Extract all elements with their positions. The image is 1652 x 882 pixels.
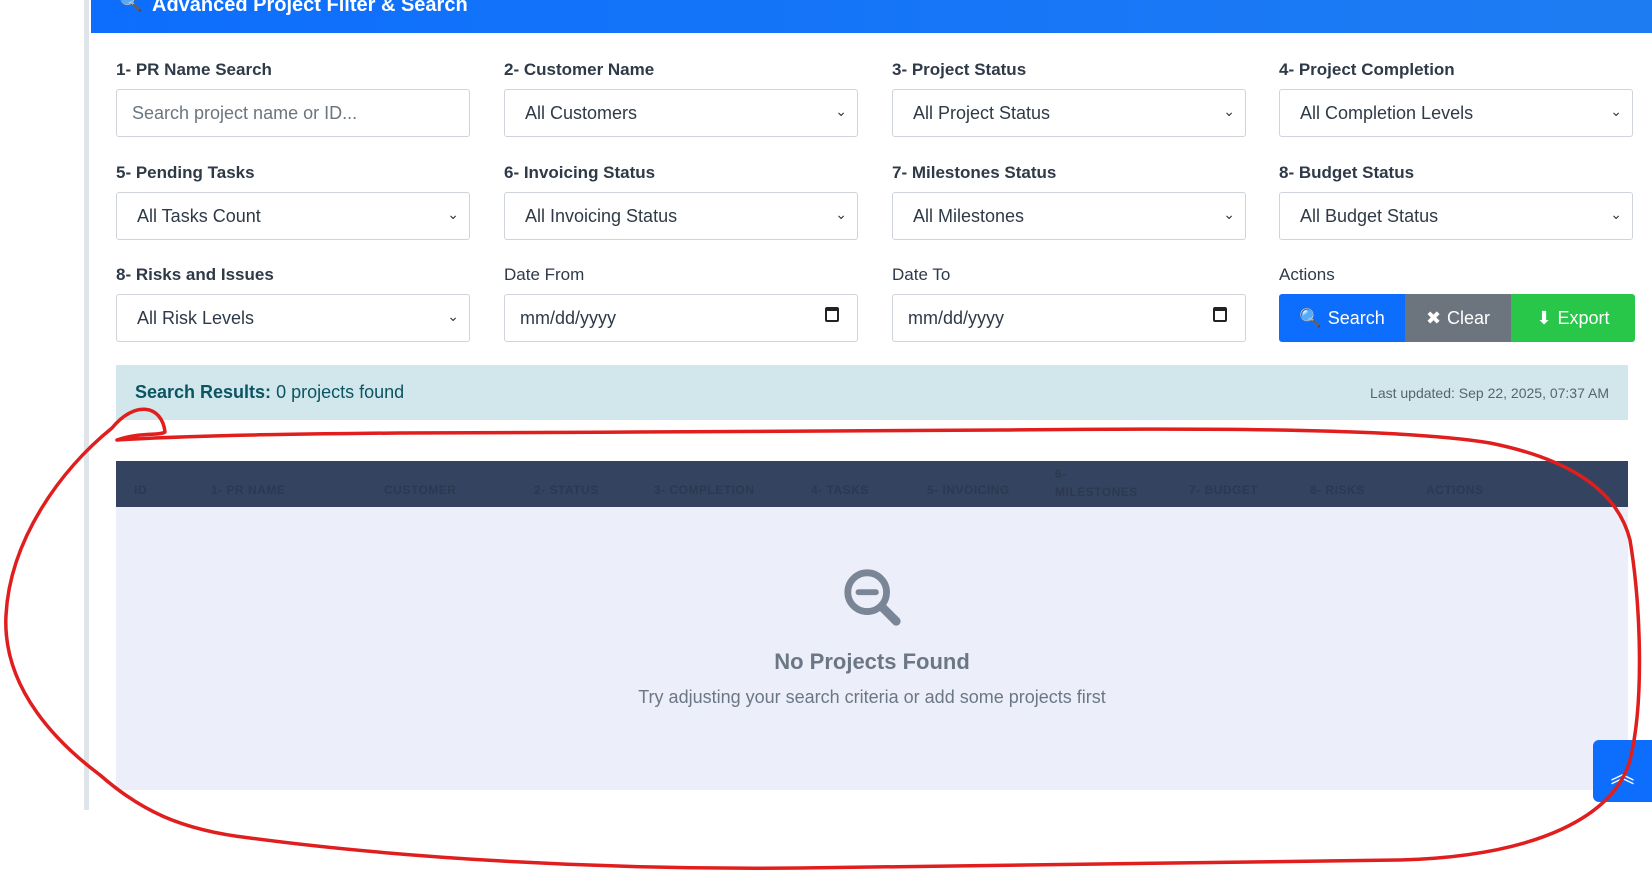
card-header: 🔍 Advanced Project Filter & Search [91, 0, 1652, 33]
clear-button[interactable]: ✖ Clear [1405, 294, 1511, 342]
action-buttons: 🔍 Search ✖ Clear ⬇ Export [1279, 294, 1635, 342]
results-prefix: Search Results: [135, 382, 272, 402]
invoicing-select[interactable]: All Invoicing Status ⌄ [504, 192, 858, 240]
empty-state-subtitle: Try adjusting your search criteria or ad… [638, 687, 1106, 707]
empty-state: No Projects Found Try adjusting your sea… [116, 507, 1628, 790]
date-to-label: Date To [892, 265, 951, 284]
budget-label: 8- Budget Status [1279, 163, 1415, 182]
empty-state-title: No Projects Found [774, 649, 970, 674]
completion-value: All Completion Levels [1300, 103, 1474, 123]
search-button-label: Search [1327, 307, 1385, 328]
customer-select[interactable]: All Customers ⌄ [504, 89, 858, 137]
pending-tasks-filter: 5- Pending Tasks All Tasks Count ⌄ [116, 162, 472, 240]
milestones-value: All Milestones [913, 206, 1025, 226]
project-status-filter: 3- Project Status All Project Status ⌄ [892, 59, 1248, 137]
export-button[interactable]: ⬇ Export [1511, 294, 1635, 342]
pr-name-label: 1- PR Name Search [116, 60, 272, 79]
actions-label: Actions [1279, 265, 1335, 284]
results-count: Search Results: 0 projects found [135, 382, 404, 403]
search-icon: 🔍 [1299, 307, 1322, 328]
search-minus-icon [844, 569, 901, 626]
customer-filter: 2- Customer Name All Customers ⌄ [504, 59, 860, 137]
milestones-label: 7- Milestones Status [892, 163, 1057, 182]
project-status-select[interactable]: All Project Status ⌄ [892, 89, 1246, 137]
risks-label: 8- Risks and Issues [116, 265, 274, 284]
clear-button-label: Clear [1447, 307, 1491, 328]
pr-name-filter: 1- PR Name Search Search project name or… [116, 59, 472, 137]
pr-name-search-input[interactable]: Search project name or ID... [116, 89, 470, 137]
customer-label: 2- Customer Name [504, 60, 655, 79]
results-table-header: ID 1- PR NAME CUSTOMER 2- STATUS 3- COMP… [116, 461, 1628, 507]
results-count-text: 0 projects found [276, 382, 405, 402]
column-header-invoicing[interactable]: 5- INVOICING [927, 483, 1010, 497]
column-header-completion[interactable]: 3- COMPLETION [654, 483, 755, 497]
results-summary: Search Results: 0 projects found Last up… [116, 365, 1628, 420]
search-icon: 🔍 [119, 0, 143, 13]
card-title: Advanced Project Filter & Search [152, 0, 468, 16]
pending-tasks-select[interactable]: All Tasks Count ⌄ [116, 192, 470, 240]
actions-group: Actions 🔍 Search ✖ Clear ⬇ Export [1279, 264, 1635, 342]
column-header-id[interactable]: ID [134, 483, 147, 497]
search-button[interactable]: 🔍 Search [1279, 294, 1405, 342]
customer-value: All Customers [525, 103, 638, 123]
column-header-risks[interactable]: 8- RISKS [1310, 483, 1365, 497]
column-header-actions: ACTIONS [1426, 483, 1484, 497]
column-header-customer[interactable]: CUSTOMER [384, 483, 456, 497]
pending-tasks-value: All Tasks Count [137, 206, 261, 226]
date-from-input[interactable]: mm/dd/yyyy [504, 294, 858, 342]
chevron-down-icon: ⌄ [1610, 103, 1622, 119]
calendar-icon[interactable] [1213, 307, 1227, 322]
date-from-filter: Date From mm/dd/yyyy [504, 264, 860, 342]
budget-value: All Budget Status [1300, 206, 1439, 226]
chevron-down-icon: ⌄ [447, 308, 459, 324]
download-icon: ⬇ [1536, 307, 1552, 328]
scroll-to-top-button[interactable]: ︽ [1593, 740, 1652, 802]
chevron-down-icon: ⌄ [1610, 206, 1622, 222]
milestones-filter: 7- Milestones Status All Milestones ⌄ [892, 162, 1248, 240]
chevron-down-icon: ⌄ [1223, 206, 1235, 222]
page-left-border [84, 0, 89, 810]
project-status-label: 3- Project Status [892, 60, 1027, 79]
chevron-down-icon: ⌄ [1223, 103, 1235, 119]
date-from-placeholder: mm/dd/yyyy [520, 308, 617, 328]
date-to-filter: Date To mm/dd/yyyy [892, 264, 1248, 342]
completion-select[interactable]: All Completion Levels ⌄ [1279, 89, 1633, 137]
date-from-label: Date From [504, 265, 585, 284]
pr-name-placeholder: Search project name or ID... [132, 103, 358, 123]
last-updated: Last updated: Sep 22, 2025, 07:37 AM [1370, 385, 1609, 401]
budget-filter: 8- Budget Status All Budget Status ⌄ [1279, 162, 1635, 240]
chevron-down-icon: ⌄ [835, 103, 847, 119]
column-header-tasks[interactable]: 4- TASKS [811, 483, 869, 497]
invoicing-value: All Invoicing Status [525, 206, 678, 226]
completion-label: 4- Project Completion [1279, 60, 1455, 79]
completion-filter: 4- Project Completion All Completion Lev… [1279, 59, 1635, 137]
column-header-milestones[interactable]: 6- MILESTONES [1055, 465, 1145, 501]
project-status-value: All Project Status [913, 103, 1051, 123]
close-icon: ✖ [1425, 307, 1442, 328]
column-header-status[interactable]: 2- STATUS [534, 483, 599, 497]
date-to-placeholder: mm/dd/yyyy [908, 308, 1005, 328]
calendar-icon[interactable] [825, 307, 839, 322]
chevron-down-icon: ⌄ [835, 206, 847, 222]
risks-value: All Risk Levels [137, 308, 255, 328]
invoicing-filter: 6- Invoicing Status All Invoicing Status… [504, 162, 860, 240]
invoicing-label: 6- Invoicing Status [504, 163, 656, 182]
chevron-down-icon: ⌄ [447, 206, 459, 222]
export-button-label: Export [1557, 307, 1610, 328]
date-to-input[interactable]: mm/dd/yyyy [892, 294, 1246, 342]
risks-filter: 8- Risks and Issues All Risk Levels ⌄ [116, 264, 472, 342]
filter-card: 🔍 Advanced Project Filter & Search 1- PR… [91, 0, 1652, 810]
pending-tasks-label: 5- Pending Tasks [116, 163, 255, 182]
column-header-pr-name[interactable]: 1- PR NAME [211, 483, 285, 497]
double-chevron-up-icon: ︽ [1610, 760, 1635, 788]
milestones-select[interactable]: All Milestones ⌄ [892, 192, 1246, 240]
budget-select[interactable]: All Budget Status ⌄ [1279, 192, 1633, 240]
column-header-budget[interactable]: 7- BUDGET [1189, 483, 1258, 497]
risks-select[interactable]: All Risk Levels ⌄ [116, 294, 470, 342]
